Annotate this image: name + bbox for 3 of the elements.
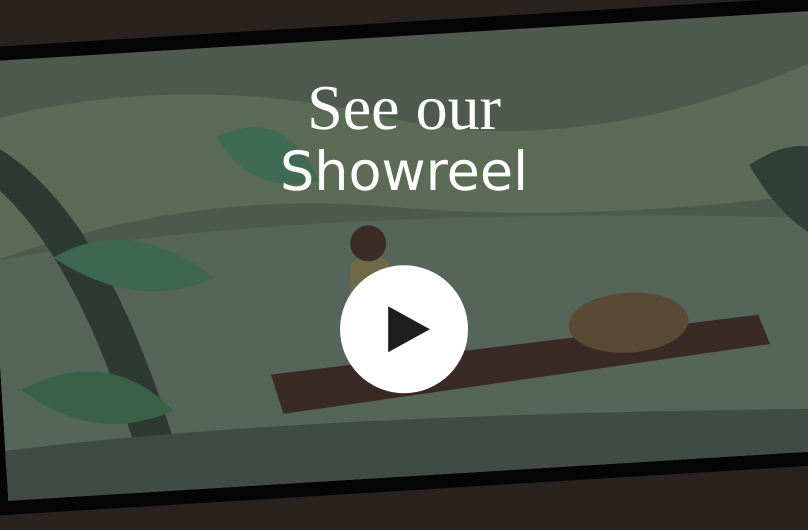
play-icon	[388, 306, 430, 352]
heading-line: See our	[307, 76, 501, 140]
heading-title: Showreel	[280, 140, 528, 206]
